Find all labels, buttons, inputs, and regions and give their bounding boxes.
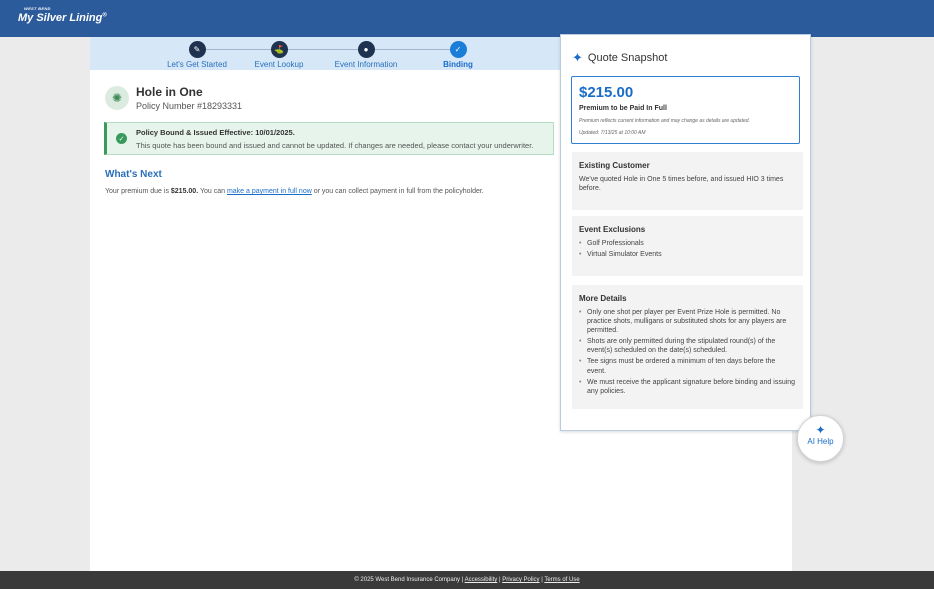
check-icon: ✓ xyxy=(449,41,467,58)
event-exclusions-card: Event Exclusions Golf Professionals Virt… xyxy=(572,216,803,276)
policy-number: Policy Number #18293331 xyxy=(136,101,243,111)
whats-next-heading: What's Next xyxy=(105,169,162,180)
policy-header: ✺ Hole in One Policy Number #18293331 xyxy=(105,85,242,111)
top-bar: WEST BEND My Silver Lining® xyxy=(0,0,934,37)
footer-copyright: © 2025 West Bend Insurance Company | xyxy=(354,577,465,583)
existing-customer-card: Existing Customer We've quoted Hole in O… xyxy=(572,152,803,210)
footer: © 2025 West Bend Insurance Company | Acc… xyxy=(0,571,934,589)
accessibility-link[interactable]: Accessibility xyxy=(465,577,498,583)
golf-icon: ⛳ xyxy=(270,41,288,58)
sparkle-icon: ✦ xyxy=(815,423,826,437)
ai-help-label: AI Help xyxy=(807,437,834,446)
premium-label: Premium to be Paid In Full xyxy=(579,105,667,112)
terms-of-use-link[interactable]: Terms of Use xyxy=(544,577,579,583)
details-list: Only one shot per player per Event Prize… xyxy=(579,308,796,396)
logo-top-text: WEST BEND xyxy=(24,6,51,11)
list-item: Only one shot per player per Event Prize… xyxy=(579,308,796,335)
premium-card: $215.00 Premium to be Paid In Full Premi… xyxy=(571,76,800,144)
quote-snapshot-header: ✦ Quote Snapshot xyxy=(572,50,667,66)
celebration-icon: ✺ xyxy=(105,86,129,110)
more-details-card: More Details Only one shot per player pe… xyxy=(572,285,803,409)
quote-snapshot-panel: ✦ Quote Snapshot $215.00 Premium to be P… xyxy=(560,34,811,431)
card-title: More Details xyxy=(579,294,627,303)
check-circle-icon: ✓ xyxy=(116,133,127,144)
list-item: Shots are only permitted during the stip… xyxy=(579,337,796,355)
list-item: Virtual Simulator Events xyxy=(579,250,796,259)
list-item: We must receive the applicant signature … xyxy=(579,378,796,396)
step-label: Binding xyxy=(443,60,473,69)
ai-help-button[interactable]: ✦ AI Help xyxy=(797,415,844,462)
success-alert: ✓ Policy Bound & Issued Effective: 10/01… xyxy=(104,122,554,155)
sparkle-icon: ✦ xyxy=(572,50,583,65)
premium-amount: $215.00 xyxy=(579,84,634,101)
alert-body: This quote has been bound and issued and… xyxy=(136,141,534,150)
list-item: Tee signs must be ordered a minimum of t… xyxy=(579,357,796,375)
exclusions-list: Golf Professionals Virtual Simulator Eve… xyxy=(579,239,796,259)
step-binding[interactable]: ✓ Binding xyxy=(403,41,513,69)
list-item: Golf Professionals xyxy=(579,239,796,248)
premium-note: Premium reflects current information and… xyxy=(579,118,750,124)
person-icon: ● xyxy=(357,41,375,58)
alert-title: Policy Bound & Issued Effective: 10/01/2… xyxy=(136,128,295,137)
whats-next-text: Your premium due is $215.00. You can mak… xyxy=(105,188,484,195)
logo[interactable]: WEST BEND My Silver Lining® xyxy=(18,6,107,24)
privacy-policy-link[interactable]: Privacy Policy xyxy=(502,577,539,583)
card-title: Event Exclusions xyxy=(579,225,646,234)
premium-updated: Updated: 7/13/25 at 10:00 AM xyxy=(579,130,646,136)
pencil-icon: ✎ xyxy=(188,41,206,58)
policy-title: Hole in One xyxy=(136,85,203,99)
quote-snapshot-title: Quote Snapshot xyxy=(587,52,668,64)
card-title: Existing Customer xyxy=(579,161,650,170)
make-payment-link[interactable]: make a payment in full now xyxy=(227,188,312,195)
card-body: We've quoted Hole in One 5 times before,… xyxy=(579,176,784,193)
logo-main-text: My Silver Lining® xyxy=(18,12,107,24)
